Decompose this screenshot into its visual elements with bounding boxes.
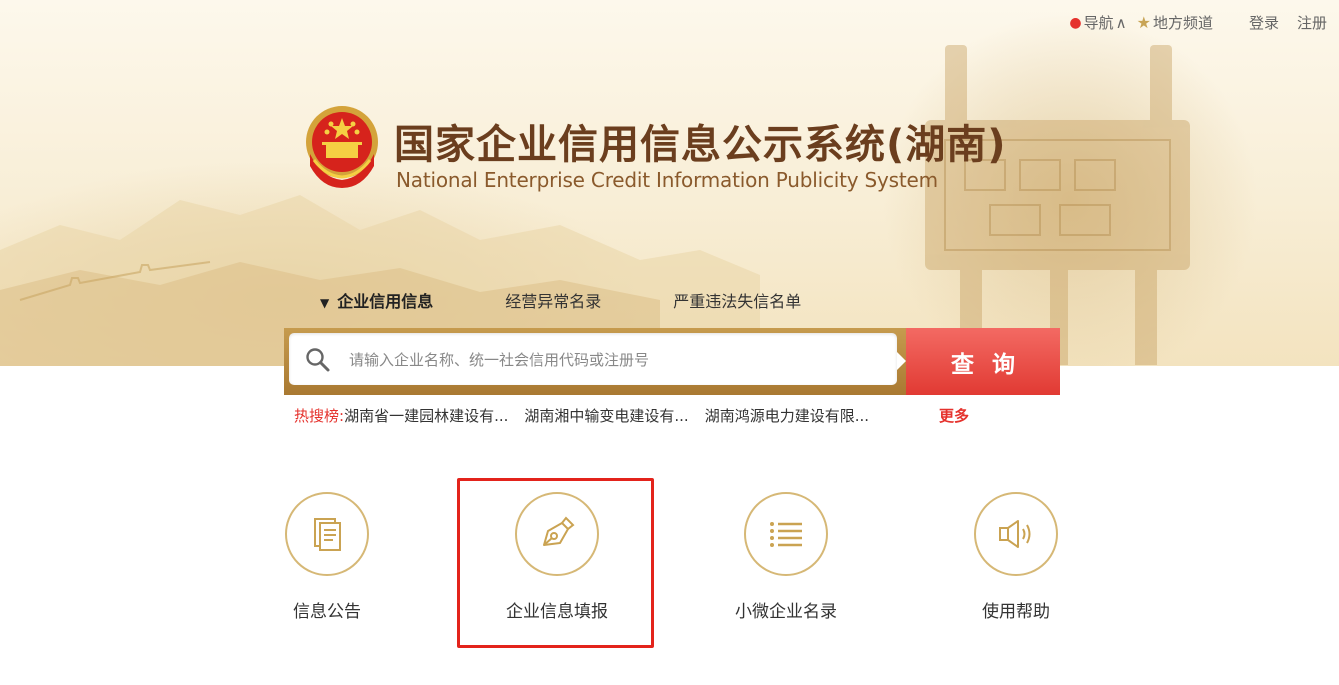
local-channel-label: 地方频道 bbox=[1152, 14, 1213, 32]
search-button[interactable]: 查询 bbox=[906, 328, 1060, 395]
caret-down-icon: ▼ bbox=[320, 296, 330, 310]
login-label: 登录 bbox=[1248, 14, 1279, 32]
header-banner: ● 导航 ∧ ★ 地方频道 登录 注册 国家企业信用信息公示系统(湖南) Nat… bbox=[0, 0, 1339, 366]
search-bar: 查询 bbox=[284, 328, 1060, 395]
local-channel-link[interactable]: ★ 地方频道 bbox=[1137, 12, 1213, 33]
nav-label: 导航 bbox=[1083, 14, 1114, 32]
speaker-icon bbox=[999, 520, 1031, 548]
service-label: 信息公告 bbox=[293, 602, 361, 622]
tab-abnormal-list[interactable]: 经营异常名录 bbox=[505, 288, 601, 312]
location-pin-icon: ● bbox=[1069, 14, 1082, 31]
hot-search-bar: 热搜榜: 湖南省一建园林建设有... 湖南湘中输变电建设有... 湖南鸿源电力建… bbox=[294, 405, 969, 426]
search-input[interactable] bbox=[347, 345, 881, 375]
service-icon-circle bbox=[974, 492, 1058, 576]
service-icon-circle bbox=[744, 492, 828, 576]
page-title: 国家企业信用信息公示系统(湖南) bbox=[394, 122, 1007, 168]
service-usage-help[interactable]: 使用帮助 bbox=[941, 492, 1091, 622]
service-info-notice[interactable]: 信息公告 bbox=[252, 492, 402, 622]
tab-abnormal-list-label: 经营异常名录 bbox=[505, 292, 602, 311]
hot-search-item[interactable]: 湖南鸿源电力建设有限... bbox=[705, 405, 869, 426]
service-small-enterprise-list[interactable]: 小微企业名录 bbox=[711, 492, 861, 622]
tab-credit-info-label: 企业信用信息 bbox=[337, 292, 434, 311]
document-icon bbox=[314, 518, 341, 551]
login-link[interactable]: 登录 bbox=[1249, 12, 1279, 33]
tab-blacklist[interactable]: 严重违法失信名单 bbox=[673, 288, 801, 312]
national-emblem-logo bbox=[306, 106, 378, 188]
hot-search-item[interactable]: 湖南省一建园林建设有... bbox=[344, 405, 508, 426]
highlight-box bbox=[457, 478, 654, 648]
list-icon bbox=[770, 522, 802, 547]
service-label: 小微企业名录 bbox=[735, 602, 837, 622]
register-label: 注册 bbox=[1296, 14, 1327, 32]
page-subtitle: National Enterprise Credit Information P… bbox=[396, 168, 938, 192]
tab-credit-info[interactable]: ▼ 企业信用信息 bbox=[320, 288, 433, 312]
search-tabs: ▼ 企业信用信息 经营异常名录 严重违法失信名单 bbox=[320, 288, 801, 312]
chevron-up-icon: ∧ bbox=[1115, 13, 1127, 32]
search-arrow-notch bbox=[897, 352, 906, 370]
top-navigation: ● 导航 ∧ ★ 地方频道 登录 注册 bbox=[1059, 12, 1327, 33]
tab-blacklist-label: 严重违法失信名单 bbox=[673, 292, 802, 311]
search-icon bbox=[306, 348, 330, 372]
hot-search-label: 热搜榜: bbox=[294, 407, 345, 425]
nav-menu-button[interactable]: ● 导航 ∧ bbox=[1069, 12, 1126, 33]
search-field-container bbox=[289, 333, 897, 385]
hot-search-more-link[interactable]: 更多 bbox=[939, 405, 969, 426]
service-icon-circle bbox=[285, 492, 369, 576]
service-label: 使用帮助 bbox=[982, 602, 1050, 622]
star-icon: ★ bbox=[1136, 13, 1151, 32]
hot-search-item[interactable]: 湖南湘中输变电建设有... bbox=[524, 405, 688, 426]
register-link[interactable]: 注册 bbox=[1297, 12, 1327, 33]
